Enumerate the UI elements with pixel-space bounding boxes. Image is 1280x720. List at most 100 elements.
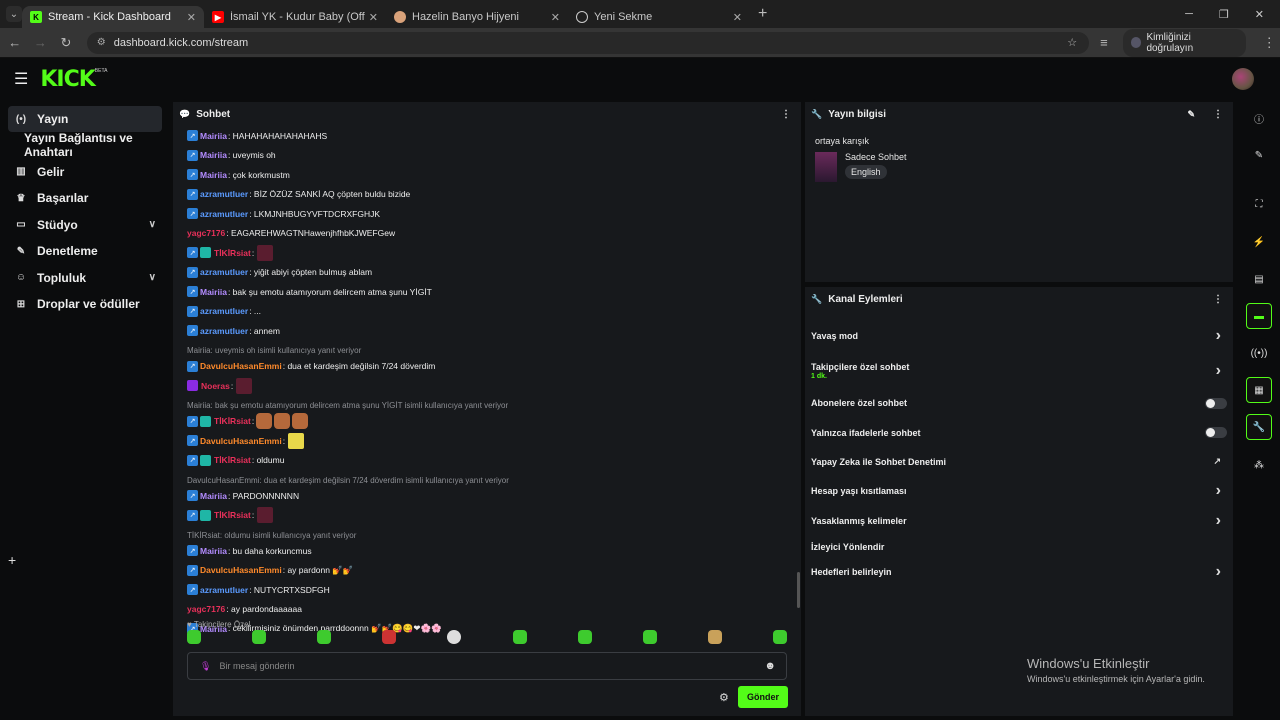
user-avatar[interactable] <box>1232 68 1254 90</box>
browser-tab-2[interactable]: ▶ İsmail YK - Kudur Baby (Officia ✕ <box>204 6 386 28</box>
microphone-icon[interactable]: 🎙 <box>200 661 211 672</box>
close-window-icon[interactable]: ✕ <box>1255 8 1264 21</box>
document-icon[interactable]: ▤ <box>1246 266 1272 292</box>
chat-input[interactable]: 🎙 Bir mesaj gönderin ☻ <box>187 652 787 680</box>
browser-tab-4[interactable]: Yeni Sekme ✕ <box>568 6 750 28</box>
layout-icon[interactable]: ▦ <box>1246 377 1272 403</box>
back-icon[interactable]: ← <box>4 35 26 50</box>
minimize-icon[interactable]: ─ <box>1185 8 1193 21</box>
chevron-right-icon[interactable]: › <box>1216 362 1221 380</box>
chat-username[interactable]: TİKİRsiat <box>214 510 251 520</box>
chat-username[interactable]: Mairiia <box>200 170 227 180</box>
sidebar-item-gelir[interactable]: ▥ Gelir <box>8 159 162 186</box>
chat-username[interactable]: azramutluer <box>200 585 248 595</box>
emote-button[interactable] <box>707 630 722 644</box>
close-tab-icon[interactable]: ✕ <box>187 11 196 24</box>
hamburger-menu-icon[interactable]: ☰ <box>14 69 28 89</box>
chevron-right-icon[interactable]: › <box>1216 327 1221 345</box>
chat-username[interactable]: azramutluer <box>200 209 248 219</box>
fullscreen-icon[interactable]: ⛶ <box>1246 191 1272 217</box>
chat-scrollbar[interactable] <box>797 572 800 608</box>
chat-settings-gear-icon[interactable]: ⚙ <box>719 691 729 704</box>
emote-button[interactable] <box>187 630 201 644</box>
toggle-switch[interactable] <box>1205 427 1227 438</box>
channel-action-item[interactable]: Yavaş mod › <box>805 319 1233 353</box>
chat-username[interactable]: DavulcuHasanEmmi <box>200 361 282 371</box>
close-tab-icon[interactable]: ✕ <box>369 11 378 24</box>
browser-tab-1[interactable]: K Stream - Kick Dashboard ✕ <box>22 6 204 28</box>
chat-toggle-icon[interactable]: ▬ <box>1246 303 1272 329</box>
channel-action-item[interactable]: Hesap yaşı kısıtlaması › <box>805 476 1233 506</box>
chevron-down-icon[interactable]: ∨ <box>149 219 156 230</box>
emote-button[interactable] <box>512 630 527 644</box>
channel-action-item[interactable]: Yasaklanmış kelimeler › <box>805 506 1233 536</box>
emote-button[interactable] <box>772 630 787 644</box>
kick-logo[interactable]: KICK <box>40 67 95 92</box>
chevron-right-icon[interactable]: › <box>1216 482 1221 500</box>
chat-username[interactable]: TİKİRsiat <box>214 455 251 465</box>
lightning-icon[interactable]: ⚡ <box>1246 229 1272 255</box>
emote-button[interactable] <box>447 630 462 644</box>
close-tab-icon[interactable]: ✕ <box>551 11 560 24</box>
emoji-picker-icon[interactable]: ☻ <box>764 660 776 672</box>
chat-username[interactable]: Mairiia <box>200 131 227 141</box>
chat-username[interactable]: azramutluer <box>200 306 248 316</box>
emote-button[interactable] <box>252 630 267 644</box>
chat-username[interactable]: azramutluer <box>200 189 248 199</box>
sidebar-item-droplar[interactable]: ⊞ Droplar ve ödüller <box>8 291 162 318</box>
emote-button[interactable] <box>642 630 657 644</box>
chevron-down-icon[interactable]: ∨ <box>149 272 156 283</box>
sidebar-item-studyo[interactable]: ▭ Stüdyo ∨ <box>8 212 162 239</box>
sidebar-item-stream-key[interactable]: Yayın Bağlantısı ve Anahtarı <box>8 131 162 159</box>
send-button[interactable]: Gönder <box>738 686 788 708</box>
browser-tab-3[interactable]: Hazelin Banyo Hijyeni ✕ <box>386 6 568 28</box>
chat-username[interactable]: yagc7176 <box>187 604 225 614</box>
maximize-icon[interactable]: ❐ <box>1219 8 1229 21</box>
tab-search-icon[interactable]: ⌄ <box>6 6 22 22</box>
channel-action-item[interactable]: Hedefleri belirleyin › <box>805 557 1233 586</box>
toggle-switch[interactable] <box>1205 397 1227 409</box>
edit-pencil-icon[interactable]: ✎ <box>1187 109 1195 120</box>
chat-username[interactable]: TİKİRsiat <box>214 248 251 258</box>
chat-username[interactable]: DavulcuHasanEmmi <box>200 565 282 575</box>
stream-info-menu-icon[interactable]: ⋮ <box>1213 109 1223 120</box>
pencil-icon[interactable]: ✎ <box>1246 142 1272 168</box>
channel-action-item[interactable]: Abonelere özel sohbet <box>805 388 1233 418</box>
share-icon[interactable]: ⁂ <box>1246 452 1272 478</box>
forward-icon[interactable]: → <box>30 35 52 50</box>
channel-actions-menu-icon[interactable]: ⋮ <box>1213 294 1223 305</box>
chat-username[interactable]: azramutluer <box>200 267 248 277</box>
bookmark-star-icon[interactable]: ☆ <box>1067 36 1077 49</box>
wrench-tool-icon[interactable]: 🔧 <box>1246 414 1272 440</box>
chat-username[interactable]: Mairiia <box>200 546 227 556</box>
new-tab-icon[interactable]: + <box>758 5 767 23</box>
chat-username[interactable]: DavulcuHasanEmmi <box>200 436 282 446</box>
channel-action-item[interactable]: Takipçilere özel sohbet 1 dk. › <box>805 353 1233 388</box>
browser-menu-icon[interactable]: ⋮ <box>1258 35 1280 51</box>
site-info-icon[interactable]: ⚙ <box>97 37 106 48</box>
chevron-right-icon[interactable]: › <box>1216 563 1221 581</box>
reload-icon[interactable]: ↻ <box>55 35 77 51</box>
emote-button[interactable] <box>577 630 592 644</box>
sidebar-item-yayin[interactable]: (•) Yayın <box>8 106 162 132</box>
profile-verify-button[interactable]: Kimliğinizi doğrulayın <box>1122 28 1247 57</box>
sidebar-item-denetleme[interactable]: ✎ Denetleme <box>8 238 162 265</box>
chat-username[interactable]: Mairiia <box>200 150 227 160</box>
external-link-icon[interactable]: ↗ <box>1213 456 1221 467</box>
emote-button[interactable] <box>382 630 397 644</box>
chat-menu-icon[interactable]: ⋮ <box>781 109 791 120</box>
channel-action-item[interactable]: İzleyici Yönlendir <box>805 536 1233 557</box>
chat-username[interactable]: yagc7176 <box>187 228 225 238</box>
channel-action-item[interactable]: Yapay Zeka ile Sohbet Denetimi ↗ <box>805 447 1233 476</box>
sidebar-item-topluluk[interactable]: ☺ Topluluk ∨ <box>8 265 162 292</box>
chat-username[interactable]: Mairiia <box>200 287 227 297</box>
chat-username[interactable]: TİKİRsiat <box>214 416 251 426</box>
channel-action-item[interactable]: Yalnızca ifadelerle sohbet <box>805 418 1233 447</box>
sidebar-item-basarilar[interactable]: ♛ Başarılar <box>8 185 162 212</box>
media-icon[interactable]: ≡ <box>1093 35 1115 50</box>
chat-username[interactable]: Noeras <box>201 381 230 391</box>
url-bar[interactable]: ⚙ dashboard.kick.com/stream ☆ <box>86 31 1090 54</box>
chevron-right-icon[interactable]: › <box>1216 512 1221 530</box>
chat-username[interactable]: Mairiia <box>200 491 227 501</box>
close-tab-icon[interactable]: ✕ <box>733 11 742 24</box>
